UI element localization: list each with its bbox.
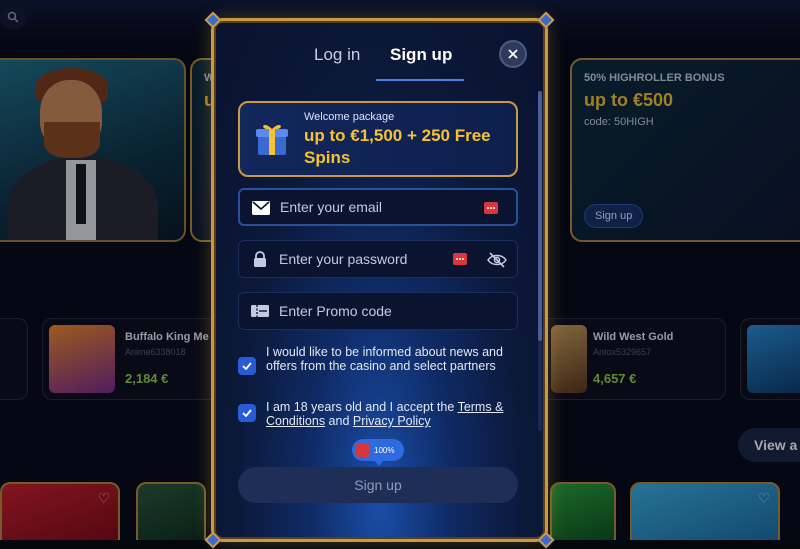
age-consent-checkbox[interactable] [238,404,256,422]
close-button[interactable] [499,40,527,68]
welcome-label: Welcome package [304,111,395,123]
ticket-icon [251,303,269,319]
privacy-policy-link[interactable]: Privacy Policy [353,414,431,428]
age-consent-text: I am 18 years old and I accept the Terms… [266,400,516,428]
lock-icon [251,251,269,267]
password-manager-icon[interactable] [484,202,498,214]
welcome-amount: up to €1,500 + 250 Free Spins [304,126,491,167]
age-consent-and: and [325,414,353,428]
active-tab-indicator [376,79,464,81]
password-input[interactable] [279,241,469,277]
email-input[interactable] [280,190,470,224]
checkmark-icon [242,362,252,370]
progress-value: 100% [374,445,395,455]
tab-login[interactable]: Log in [314,45,360,65]
close-icon [508,49,518,59]
scrollbar-thumb[interactable] [538,91,542,341]
age-consent-prefix: I am 18 years old and I accept the [266,400,458,414]
progress-badge: 100% [352,439,404,466]
signup-modal: Log in Sign up Welcome package up to €1,… [204,11,555,549]
age-consent: I am 18 years old and I accept the Terms… [238,400,518,430]
auth-tabs: Log in Sign up [214,45,545,81]
modal-scrollbar[interactable] [538,91,542,431]
news-consent: I would like to be informed about news a… [238,345,518,387]
checkmark-icon [242,409,252,417]
news-consent-checkbox[interactable] [238,357,256,375]
promo-code-input[interactable] [279,293,469,329]
gift-box-icon [256,124,288,155]
password-field[interactable] [238,240,518,278]
news-consent-text: I would like to be informed about news a… [266,345,503,373]
password-manager-icon[interactable] [453,253,467,265]
envelope-icon [252,200,270,216]
welcome-package-banner: Welcome package up to €1,500 + 250 Free … [238,101,518,177]
promo-code-field[interactable] [238,292,518,330]
signup-submit-button[interactable]: Sign up [238,467,518,503]
tab-signup[interactable]: Sign up [390,45,452,65]
eye-off-icon[interactable] [487,251,507,269]
gift-icon [356,443,370,457]
email-field[interactable] [238,188,518,226]
